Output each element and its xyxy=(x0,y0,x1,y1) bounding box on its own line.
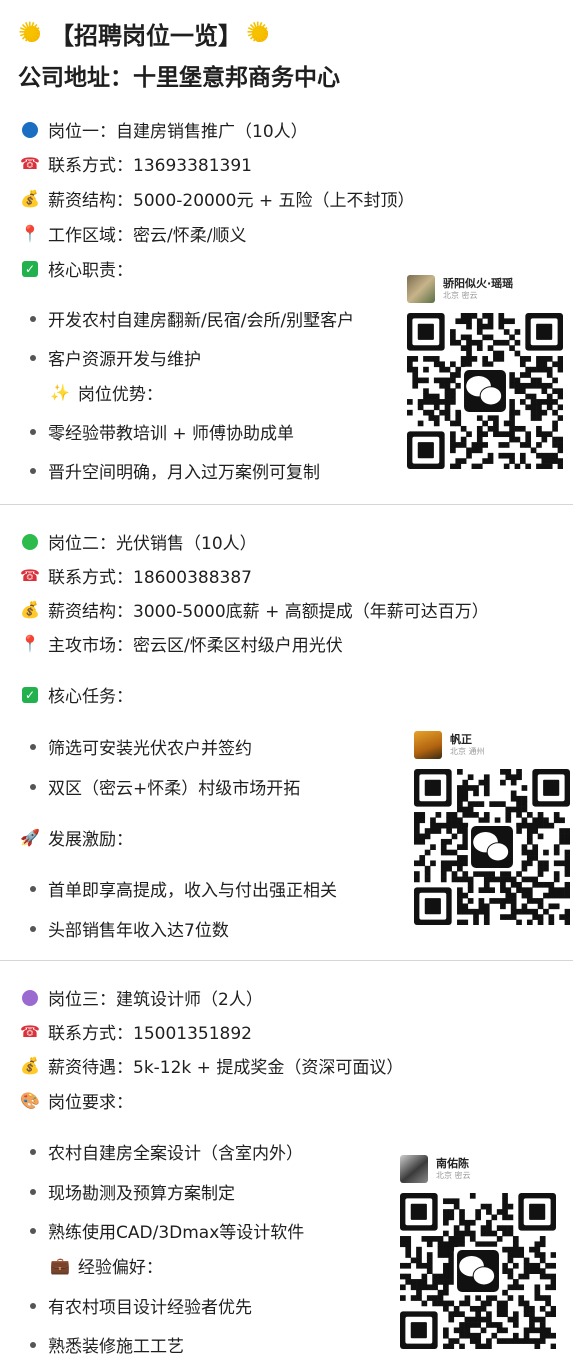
check-box-icon: ✓ xyxy=(22,260,38,277)
job1-contact: ☎ 联系方式：13693381391 xyxy=(18,151,252,176)
list-item: 熟练使用CAD/3Dmax等设计软件 xyxy=(30,1218,304,1243)
list-item: 现场勘测及预算方案制定 xyxy=(30,1179,235,1204)
purple-circle-icon xyxy=(22,989,38,1006)
sun-icon xyxy=(18,16,46,49)
list-item: 熟悉装修施工工艺 xyxy=(30,1332,184,1357)
job2-salary: 💰 薪资结构：3000-5000底薪 + 高额提成（年薪可达百万） xyxy=(18,597,489,622)
job3-req-title: 🎨 岗位要求： xyxy=(18,1088,133,1113)
briefcase-icon: 💼 xyxy=(50,1256,70,1275)
job2-incentive-title: 🚀 发展激励： xyxy=(18,825,133,850)
job1-duties-title: ✓ 核心职责： xyxy=(18,256,133,281)
avatar xyxy=(414,731,442,759)
divider xyxy=(0,960,573,961)
job2-tasks-title: ✓ 核心任务： xyxy=(18,682,133,707)
avatar xyxy=(400,1155,428,1183)
qr-name: 骄阳似火·瑶瑶 xyxy=(443,277,514,290)
job1-title: 岗位一：自建房销售推广（10人） xyxy=(18,117,308,142)
telephone-icon: ☎ xyxy=(20,566,40,585)
pushpin-icon: 📍 xyxy=(20,634,40,653)
money-bag-icon: 💰 xyxy=(20,1056,40,1075)
job2-market: 📍 主攻市场：密云区/怀柔区村级户用光伏 xyxy=(18,631,343,656)
qr-name: 南佑陈 xyxy=(436,1157,469,1170)
job1-advantage-title: ✨ 岗位优势： xyxy=(50,383,163,405)
divider xyxy=(0,504,573,505)
money-bag-icon: 💰 xyxy=(20,189,40,208)
telephone-icon: ☎ xyxy=(20,1022,40,1041)
page-title: 【招聘岗位一览】 xyxy=(18,16,274,51)
list-item: 筛选可安装光伏农户并签约 xyxy=(30,734,252,759)
job3-contact: ☎ 联系方式：15001351892 xyxy=(18,1019,252,1044)
qr-code-icon[interactable] xyxy=(407,313,563,469)
pushpin-icon: 📍 xyxy=(20,224,40,243)
job1-area: 📍 工作区域：密云/怀柔/顺义 xyxy=(18,221,246,246)
rocket-icon: 🚀 xyxy=(20,828,40,847)
list-item: 开发农村自建房翻新/民宿/会所/别墅客户 xyxy=(30,306,354,331)
qr-location: 北京 密云 xyxy=(443,291,478,300)
qr-name: 帆正 xyxy=(450,733,472,746)
qr-code-icon[interactable] xyxy=(400,1193,556,1349)
job3-pref-title: 💼 经验偏好： xyxy=(50,1256,163,1278)
blue-circle-icon xyxy=(22,121,38,138)
title-text: 【招聘岗位一览】 xyxy=(50,22,242,50)
job3-qr-card[interactable]: 南佑陈 北京 密云 xyxy=(400,1153,565,1349)
job2-contact: ☎ 联系方式：18600388387 xyxy=(18,563,252,588)
qr-code-icon[interactable] xyxy=(414,769,570,925)
list-item: 首单即享高提成，收入与付出强正相关 xyxy=(30,876,337,901)
list-item: 双区（密云+怀柔）村级市场开拓 xyxy=(30,774,300,799)
list-item: 客户资源开发与维护 xyxy=(30,345,201,370)
list-item: 晋升空间明确，月入过万案例可复制 xyxy=(30,458,320,483)
list-item: 头部销售年收入达7位数 xyxy=(30,916,229,941)
job3-title: 岗位三：建筑设计师（2人） xyxy=(18,985,263,1010)
sparkles-icon: ✨ xyxy=(50,383,70,402)
sun-icon xyxy=(246,16,274,49)
qr-location: 北京 密云 xyxy=(436,1171,471,1180)
list-item: 农村自建房全案设计（含室内外） xyxy=(30,1139,303,1164)
job2-title: 岗位二：光伏销售（10人） xyxy=(18,529,257,554)
check-box-icon: ✓ xyxy=(22,686,38,703)
list-item: 零经验带教培训 + 师傅协助成单 xyxy=(30,419,294,444)
job1-salary: 💰 薪资结构：5000-20000元 + 五险（上不封顶） xyxy=(18,186,415,211)
avatar xyxy=(407,275,435,303)
green-circle-icon xyxy=(22,533,38,550)
job1-qr-card[interactable]: 骄阳似火·瑶瑶 北京 密云 xyxy=(407,273,572,469)
list-item: 有农村项目设计经验者优先 xyxy=(30,1293,252,1318)
company-address: 公司地址：十里堡意邦商务中心 xyxy=(18,65,340,91)
money-bag-icon: 💰 xyxy=(20,600,40,619)
telephone-icon: ☎ xyxy=(20,154,40,173)
job2-qr-card[interactable]: 帆正 北京 通州 xyxy=(414,729,573,925)
job3-salary: 💰 薪资待遇：5k-12k + 提成奖金（资深可面议） xyxy=(18,1053,403,1078)
palette-icon: 🎨 xyxy=(20,1091,40,1110)
qr-location: 北京 通州 xyxy=(450,747,485,756)
